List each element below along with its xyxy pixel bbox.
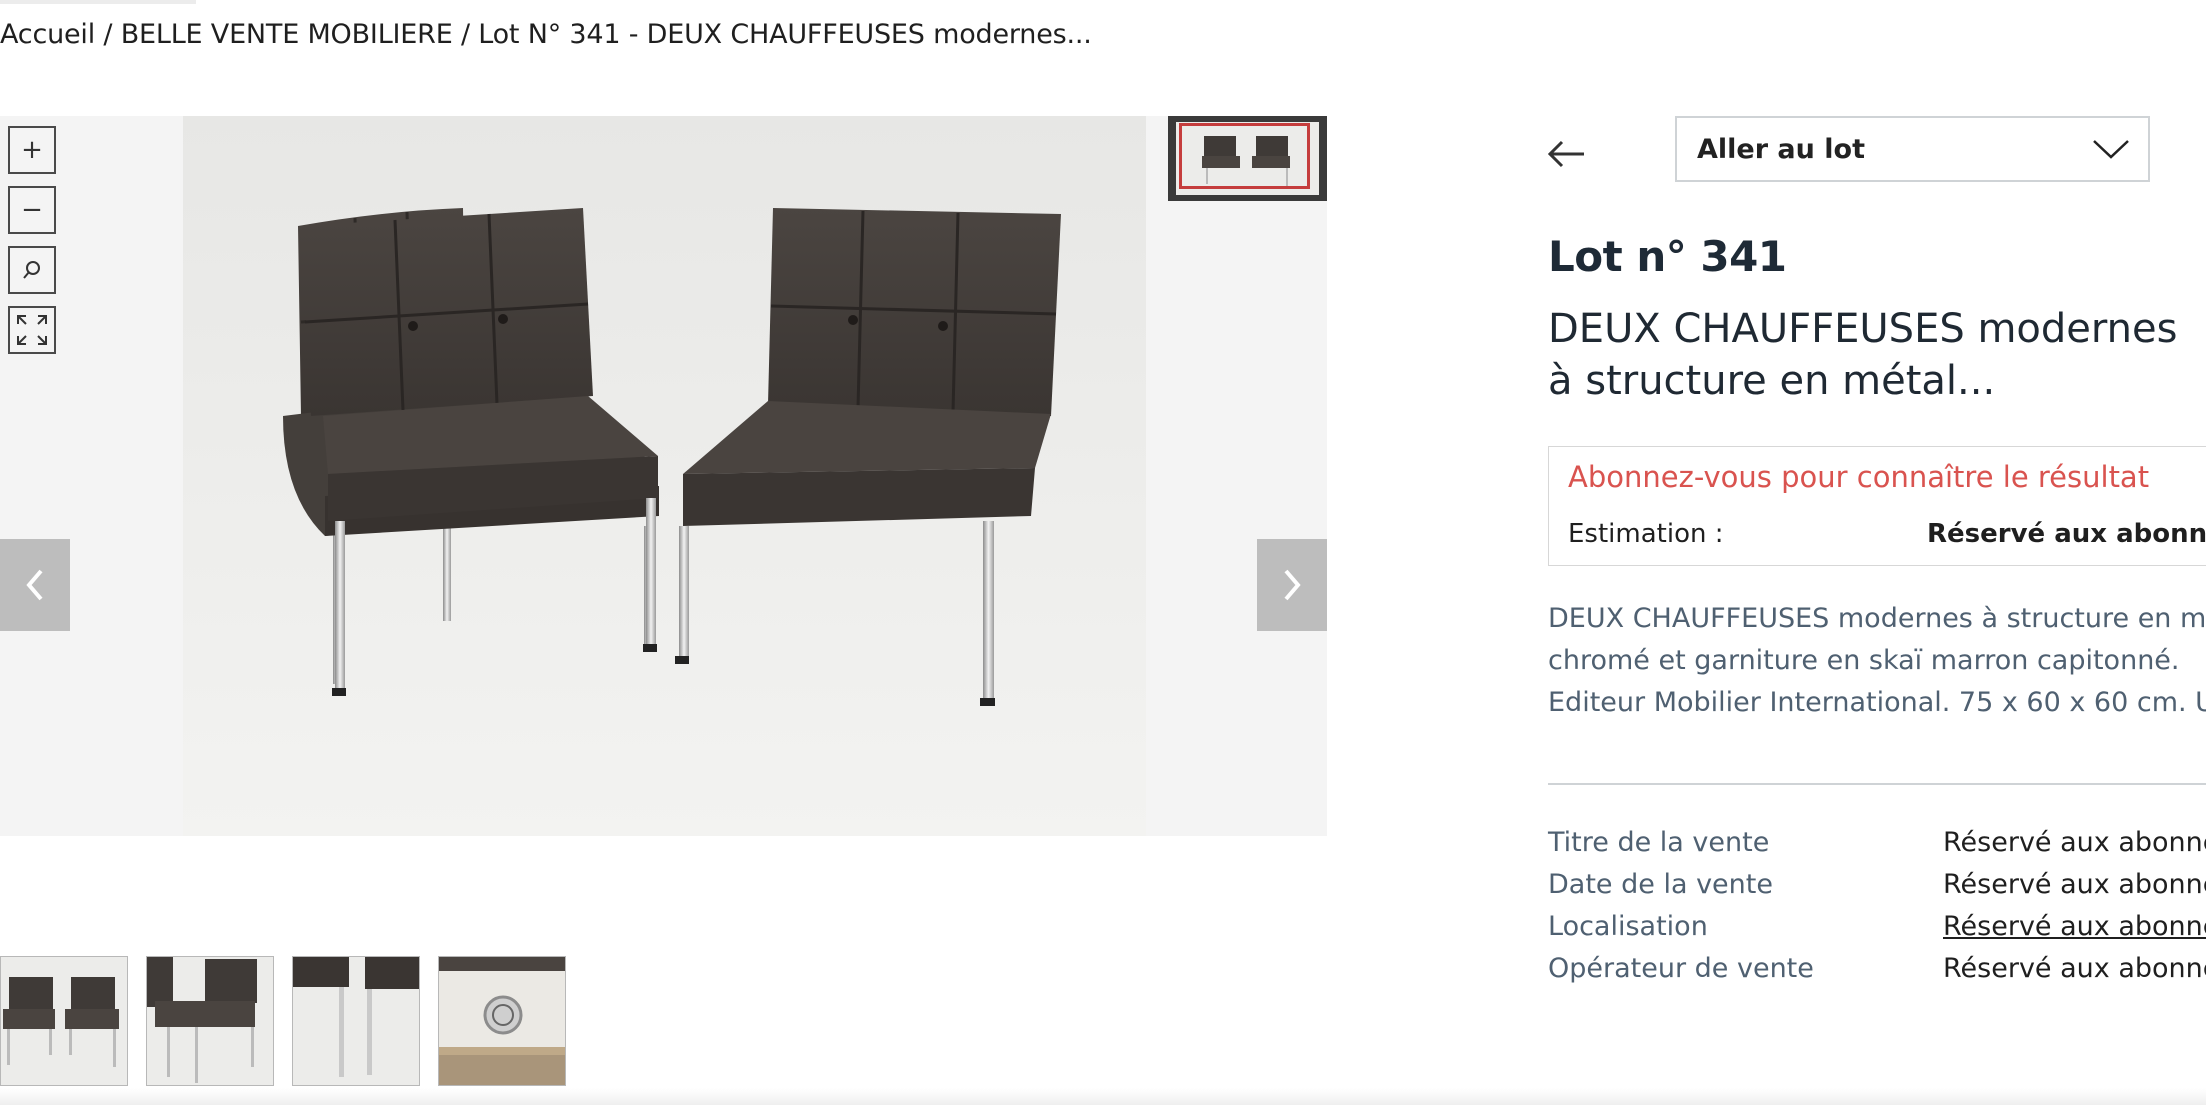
back-button[interactable] [1546,138,1586,170]
info-row-location: Localisation Réservé aux abonnés [1548,911,2206,953]
description-line: Editeur Mobilier International. 75 x 60 … [1548,687,2206,718]
sale-info-table: Titre de la vente Réservé aux abonnés Da… [1548,827,2206,995]
breadcrumb-separator: / [95,19,121,50]
description-line: chromé et garniture en skaï marron capit… [1548,645,2180,676]
zoom-toolbar: + − [8,126,56,366]
top-tab-remnant [0,0,196,4]
navigator-thumbnail[interactable] [1168,116,1327,201]
info-label: Opérateur de vente [1548,953,1814,984]
thumbnail-chairs-front [1,957,127,1085]
fullscreen-icon [17,315,47,345]
thumbnail-2[interactable] [146,956,274,1086]
go-to-lot-label: Aller au lot [1697,133,1865,165]
breadcrumb-separator: / [452,19,479,50]
thumbnail-strip [0,956,566,1086]
chevron-right-icon [1284,569,1301,601]
info-value: Réservé aux abonnés [1943,869,2206,900]
navigator-viewport-frame[interactable] [1179,123,1310,189]
thumbnail-3[interactable] [292,956,420,1086]
thumbnail-chair-legs [293,957,419,1085]
info-label: Localisation [1548,911,1708,942]
info-row-operator: Opérateur de vente Réservé aux abonnés [1548,953,2206,995]
main-lot-photo[interactable] [183,116,1146,836]
thumbnail-underside-label [439,957,565,1085]
info-label: Titre de la vente [1548,827,1770,858]
info-row-sale-date: Date de la vente Réservé aux abonnés [1548,869,2206,911]
thumbnail-1[interactable] [0,956,128,1086]
info-label: Date de la vente [1548,869,1773,900]
fullscreen-button[interactable] [8,306,56,354]
zoom-in-button[interactable]: + [8,126,56,174]
minus-icon: − [21,195,43,225]
arrow-left-icon [1547,140,1584,168]
thumbnail-4[interactable] [438,956,566,1086]
section-divider [1548,783,2206,785]
breadcrumb-sale-link[interactable]: BELLE VENTE MOBILIERE [121,19,453,50]
estimation-value: Réservé aux abonnés [1927,519,2206,549]
previous-image-button[interactable] [0,539,70,631]
subscribe-result-link[interactable]: Abonnez-vous pour connaître le résultat [1568,460,2149,494]
search-icon [23,261,40,279]
zoom-out-button[interactable]: − [8,186,56,234]
plus-icon: + [21,135,43,165]
lot-title: DEUX CHAUFFEUSES modernes à structure en… [1548,306,2178,404]
bottom-shade [0,1088,2206,1105]
breadcrumb: Accueil / BELLE VENTE MOBILIERE / Lot N°… [0,19,1092,50]
chevron-down-icon [2093,140,2129,159]
chairs-photo-illustration [183,116,1146,836]
info-value: Réservé aux abonnés [1943,953,2206,984]
image-viewer[interactable]: + − [0,116,1327,836]
breadcrumb-home-link[interactable]: Accueil [0,19,95,50]
lot-description: DEUX CHAUFFEUSES modernes à structure en… [1548,598,2206,724]
info-row-sale-title: Titre de la vente Réservé aux abonnés [1548,827,2206,869]
zoom-reset-button[interactable] [8,246,56,294]
location-link[interactable]: Réservé aux abonnés [1943,911,2206,953]
description-line: DEUX CHAUFFEUSES modernes à structure en… [1548,603,2206,634]
estimation-label: Estimation : [1568,519,1724,549]
chevron-left-icon [26,569,43,601]
go-to-lot-select[interactable]: Aller au lot [1675,116,2150,182]
next-image-button[interactable] [1257,539,1327,631]
breadcrumb-current-lot: Lot N° 341 - DEUX CHAUFFEUSES modernes..… [478,19,1092,50]
lot-number-heading: Lot n° 341 [1548,232,1787,281]
info-value: Réservé aux abonnés [1943,827,2206,858]
thumbnail-chair-side [147,957,273,1085]
